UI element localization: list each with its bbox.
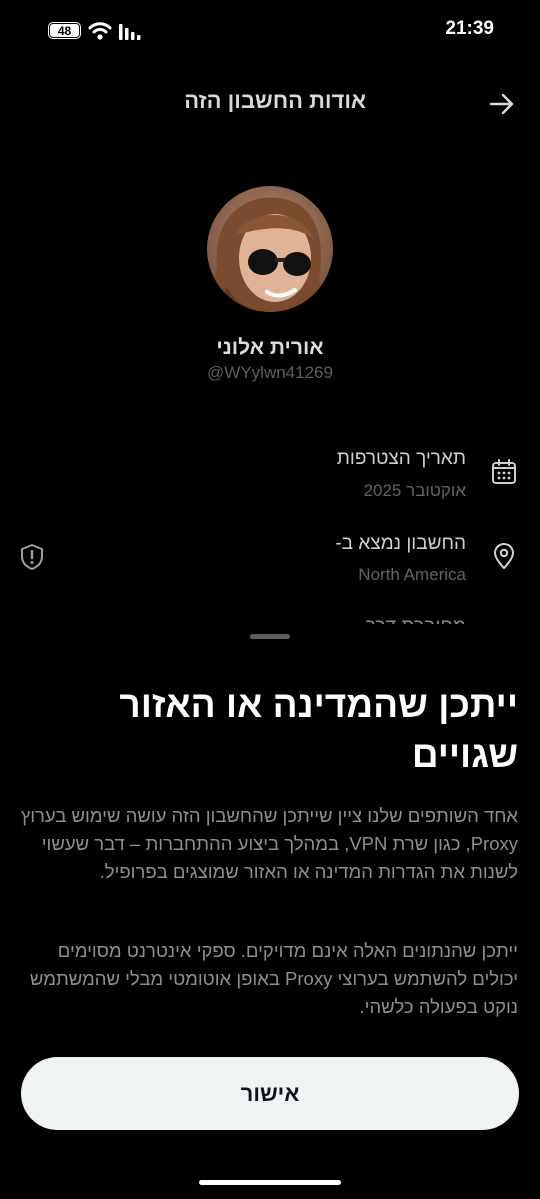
- location-pin-icon: [493, 543, 515, 570]
- wifi-icon: [88, 22, 112, 40]
- sheet-paragraph-2: ייתכן שהנתונים האלה אינם מדויקים. ספקי א…: [29, 940, 518, 1017]
- battery-level: 48: [57, 23, 72, 38]
- avatar[interactable]: [207, 186, 333, 312]
- shield-alert-icon[interactable]: [19, 543, 45, 571]
- username-handle: @WYylwn41269: [207, 363, 333, 382]
- sheet-paragraph-1: אחד השותפים שלנו ציין שייתכן שהחשבון הזה…: [20, 805, 518, 882]
- joined-label: תאריך הצטרפות: [336, 448, 466, 469]
- clock: 21:39: [445, 18, 494, 39]
- sheet-grabber[interactable]: [250, 634, 290, 639]
- battery-icon: 48: [48, 22, 81, 39]
- calendar-icon: [492, 459, 516, 484]
- home-indicator[interactable]: [199, 1180, 341, 1185]
- sheet-title: ייתכן שהמדינה או האזור שגויים: [119, 684, 518, 775]
- confirm-button[interactable]: אישור: [21, 1057, 519, 1130]
- arrow-right-icon[interactable]: [488, 90, 516, 118]
- location-label: החשבון נמצא ב-: [335, 533, 466, 554]
- joined-value: אוקטובר 2025: [363, 481, 466, 500]
- signal-icon: [119, 24, 141, 40]
- display-name: אורית אלוני: [216, 336, 324, 359]
- location-value: North America: [358, 565, 466, 584]
- page-title: אודות החשבון הזה: [184, 88, 366, 113]
